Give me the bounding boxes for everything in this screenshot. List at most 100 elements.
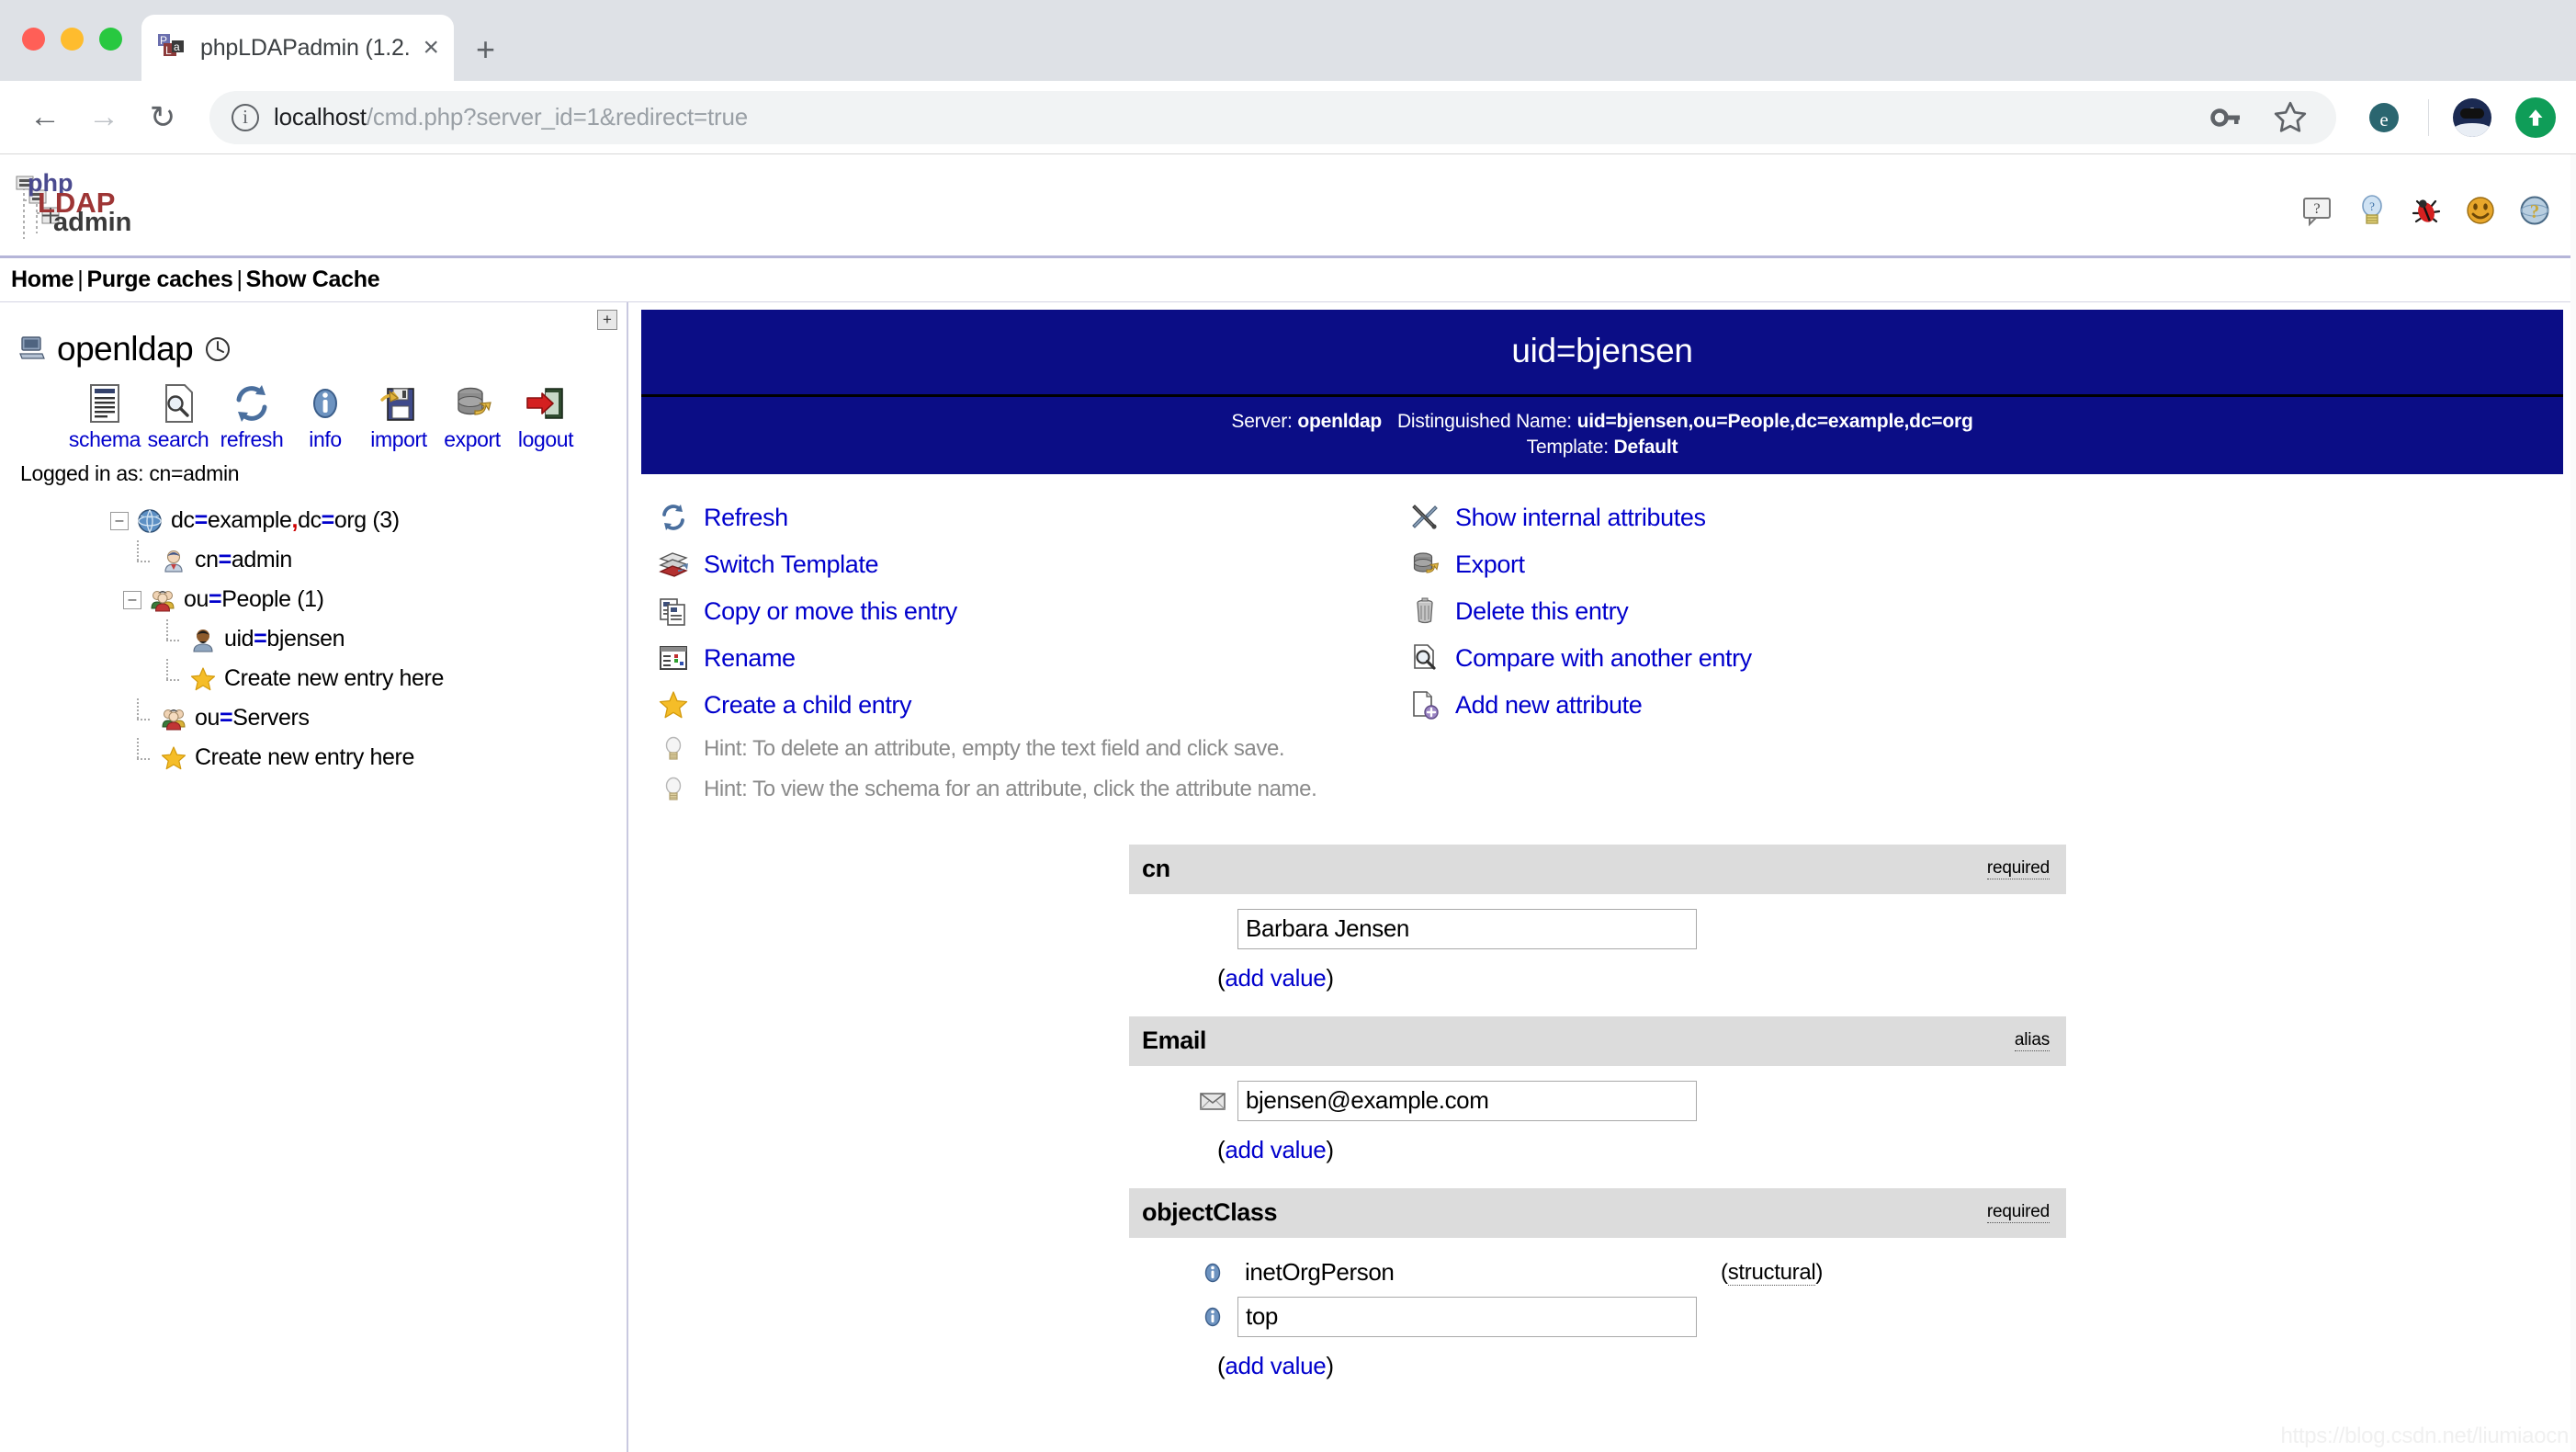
tree-node-create-entry-people-label[interactable]: Create new entry here — [224, 665, 444, 692]
app-header: php LDAP admin ? — [0, 154, 2576, 255]
add-value-cn: (add value) — [1129, 951, 2066, 1016]
action-create-child-entry-label[interactable]: Create a child entry — [704, 691, 911, 720]
reload-button[interactable]: ↻ — [138, 93, 187, 142]
tree-node-create-entry-people[interactable]: Create new entry here — [0, 659, 627, 698]
browser-tab[interactable]: P L a phpLDAPadmin (1.2.3) - × — [141, 15, 454, 81]
clock-icon — [204, 335, 232, 363]
action-copy-move[interactable]: Copy or move this entry — [658, 588, 1356, 635]
smiley-feedback-icon[interactable] — [2463, 193, 2498, 228]
tree-node-ou-servers-label[interactable]: ou=Servers — [195, 705, 310, 732]
action-rename[interactable]: Rename — [658, 635, 1356, 682]
action-delete-entry[interactable]: Delete this entry — [1409, 588, 2107, 635]
tool-export[interactable]: export — [435, 381, 509, 452]
minimize-window-button[interactable] — [61, 28, 84, 51]
back-button[interactable]: ← — [20, 93, 70, 142]
bug-report-icon[interactable] — [2409, 193, 2444, 228]
close-window-button[interactable] — [22, 28, 45, 51]
tree-node-ou-people[interactable]: – ou=People ( — [0, 580, 627, 619]
browser-window: P L a phpLDAPadmin (1.2.3) - × + ← → ↻ i… — [0, 0, 2576, 1452]
bookmark-star-icon[interactable] — [2272, 99, 2309, 136]
tree-node-create-entry-root-label[interactable]: Create new entry here — [195, 744, 414, 771]
forward-button[interactable]: → — [79, 93, 129, 142]
template-value: Default — [1614, 437, 1678, 458]
action-show-internal-attributes[interactable]: Show internal attributes — [1409, 494, 2107, 541]
top-menu-bar: Home|Purge caches|Show Cache — [0, 255, 2576, 302]
tree-node-ou-people-label[interactable]: ou=People (1) — [184, 586, 324, 613]
address-bar[interactable]: i localhost/cmd.php?server_id=1&redirect… — [209, 91, 2336, 144]
action-delete-entry-label[interactable]: Delete this entry — [1455, 597, 1628, 626]
tool-refresh[interactable]: refresh — [215, 381, 288, 452]
avatar[interactable] — [2453, 98, 2491, 137]
help-globe-icon[interactable]: ? — [2517, 193, 2552, 228]
server-name[interactable]: openldap — [57, 330, 193, 369]
attribute-name-cn[interactable]: cn — [1142, 855, 1170, 883]
upload-icon[interactable] — [2515, 97, 2556, 138]
tool-logout[interactable]: logout — [509, 381, 582, 452]
tool-info[interactable]: info — [288, 381, 362, 452]
entry-actions-right: Show internal attributes — [1409, 494, 2107, 810]
menu-home[interactable]: Home — [11, 267, 73, 292]
info-icon[interactable] — [1199, 1303, 1226, 1331]
tree-node-root[interactable]: – dc=example,dc=org (3) — [0, 501, 627, 540]
password-key-icon[interactable] — [2208, 99, 2244, 136]
watermark: https://blog.csdn.net/liumiaocn — [2280, 1424, 2569, 1449]
server-value: openldap — [1297, 411, 1382, 432]
action-add-attribute-label[interactable]: Add new attribute — [1455, 691, 1642, 720]
tool-schema[interactable]: schema — [68, 381, 141, 452]
hint-delete-attribute-text: Hint: To delete an attribute, empty the … — [704, 736, 1284, 762]
tree-node-cn-admin[interactable]: cn=admin — [0, 540, 627, 580]
cn-value-input[interactable] — [1237, 909, 1697, 949]
action-switch-template-label[interactable]: Switch Template — [704, 550, 878, 579]
page-scrollbar[interactable] — [2570, 154, 2576, 1452]
action-show-internal-attributes-label[interactable]: Show internal attributes — [1455, 504, 1706, 532]
add-value-email-link[interactable]: add value — [1225, 1136, 1326, 1163]
lightbulb-hint-icon[interactable]: ? — [2355, 193, 2390, 228]
tree-toggle-root[interactable]: – — [110, 512, 129, 530]
tooltip-help-icon[interactable]: ? — [2300, 193, 2335, 228]
info-icon[interactable] — [1199, 1259, 1226, 1287]
svg-text:L: L — [165, 44, 172, 57]
add-value-cn-link[interactable]: add value — [1225, 964, 1326, 992]
attribute-name-objectclass[interactable]: objectClass — [1142, 1198, 1277, 1227]
new-tab-button[interactable]: + — [476, 33, 495, 66]
tool-import[interactable]: import — [362, 381, 435, 452]
action-compare-entry-label[interactable]: Compare with another entry — [1455, 644, 1752, 673]
objectclass-top-input[interactable] — [1237, 1297, 1697, 1337]
action-refresh[interactable]: Refresh — [658, 494, 1356, 541]
tree-node-uid-bjensen[interactable]: uid=bjensen — [0, 619, 627, 659]
action-create-child-entry[interactable]: Create a child entry — [658, 682, 1356, 729]
phpldapadmin-favicon: P L a — [156, 32, 187, 63]
tree-node-create-entry-root[interactable]: Create new entry here — [0, 738, 627, 777]
tree-node-root-label[interactable]: dc=example,dc=org (3) — [171, 507, 400, 534]
close-tab-button[interactable]: × — [423, 34, 439, 62]
action-add-attribute[interactable]: Add new attribute — [1409, 682, 2107, 729]
maximize-window-button[interactable] — [99, 28, 122, 51]
dn-label: Distinguished Name: — [1397, 411, 1572, 432]
add-value-objectclass-link[interactable]: add value — [1225, 1352, 1326, 1379]
entry-title-banner: uid=bjensen — [641, 310, 2563, 397]
tree-toggle-ou-people[interactable]: – — [123, 591, 141, 609]
page-body: + openldap — [0, 302, 2576, 1452]
tree-node-ou-servers[interactable]: ou=Servers — [0, 698, 627, 738]
site-info-icon[interactable]: i — [232, 104, 259, 131]
extension-icon[interactable]: e — [2364, 97, 2404, 138]
tree-node-uid-bjensen-label[interactable]: uid=bjensen — [224, 626, 345, 652]
action-export-label[interactable]: Export — [1455, 550, 1525, 579]
email-value-input[interactable] — [1237, 1081, 1697, 1121]
action-switch-template[interactable]: Switch Template — [658, 541, 1356, 588]
action-refresh-label[interactable]: Refresh — [704, 504, 788, 532]
ldap-tree: – dc=example,dc=org (3) — [0, 486, 627, 777]
collapse-sidebar-button[interactable]: + — [597, 310, 617, 330]
url-path: /cmd.php?server_id=1&redirect=true — [367, 103, 748, 130]
tool-refresh-label: refresh — [215, 427, 288, 452]
add-value-objectclass: (add value) — [1129, 1339, 2066, 1404]
action-rename-label[interactable]: Rename — [704, 644, 796, 673]
action-compare-entry[interactable]: Compare with another entry — [1409, 635, 2107, 682]
tree-node-cn-admin-label[interactable]: cn=admin — [195, 547, 292, 573]
action-copy-move-label[interactable]: Copy or move this entry — [704, 597, 957, 626]
action-export[interactable]: Export — [1409, 541, 2107, 588]
menu-purge-caches[interactable]: Purge caches — [86, 267, 232, 292]
attribute-name-email[interactable]: Email — [1142, 1027, 1206, 1055]
menu-show-cache[interactable]: Show Cache — [246, 267, 380, 292]
tool-search[interactable]: search — [141, 381, 215, 452]
